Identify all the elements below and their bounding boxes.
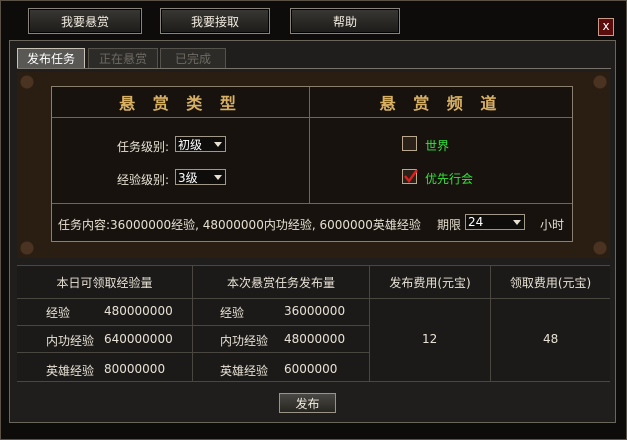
bounty-settings-inner: 悬 赏 类 型 悬 赏 频 道 任务级别: 初级 经验级别: 3级 世界 优先行…	[51, 86, 573, 242]
table-row-divider	[17, 352, 369, 353]
guild-checkbox[interactable]	[402, 169, 418, 184]
bounty-summary-table: 本日可领取经验量 本次悬赏任务发布量 发布费用(元宝) 领取费用(元宝) 经验 …	[17, 265, 610, 382]
task-level-value: 初级	[178, 137, 203, 152]
guild-label[interactable]: 优先行会	[425, 170, 473, 187]
publish-button[interactable]: 发布	[279, 393, 336, 413]
post-bounty-button[interactable]: 我要悬赏	[28, 8, 142, 34]
task-level-select[interactable]: 初级	[175, 136, 226, 152]
publish-fee-value: 12	[422, 332, 438, 346]
table-row-divider	[17, 325, 369, 326]
claim-fee-value: 48	[543, 332, 559, 346]
tab-divider	[17, 68, 611, 69]
tab-active-bounties[interactable]: 正在悬赏	[88, 48, 158, 69]
deadline-unit: 小时	[540, 218, 565, 232]
task-level-label: 任务级别:	[117, 140, 170, 154]
daily-exp-value: 480000000	[104, 304, 173, 318]
bounty-settings-panel: 悬 赏 类 型 悬 赏 频 道 任务级别: 初级 经验级别: 3级 世界 优先行…	[17, 72, 610, 258]
checkmark-icon	[404, 169, 418, 183]
chevron-down-icon	[214, 142, 222, 147]
help-button[interactable]: 帮助	[290, 8, 400, 34]
world-label[interactable]: 世界	[425, 137, 449, 154]
chevron-down-icon	[513, 220, 521, 225]
daily-hero-exp-value: 80000000	[104, 362, 166, 376]
column-divider	[309, 87, 310, 203]
task-content-text: 任务内容:36000000经验, 48000000内功经验, 6000000英雄…	[58, 218, 421, 232]
header-publish-amount: 本次悬赏任务发布量	[226, 275, 335, 290]
header-publish-fee: 发布费用(元宝)	[389, 275, 471, 290]
publish-hero-exp-value: 6000000	[284, 362, 338, 376]
close-icon[interactable]: x	[598, 18, 614, 36]
header-daily-exp: 本日可领取经验量	[56, 275, 153, 290]
deadline-select[interactable]: 24	[465, 214, 525, 230]
daily-inner-exp-value: 640000000	[104, 332, 173, 346]
daily-hero-exp-label: 英雄经验	[46, 364, 95, 378]
table-col-divider	[369, 266, 370, 381]
tab-completed[interactable]: 已完成	[160, 48, 226, 69]
accept-bounty-button[interactable]: 我要接取	[160, 8, 270, 34]
exp-level-label: 经验级别:	[117, 173, 170, 187]
deadline-label: 期限	[437, 218, 462, 232]
daily-exp-label: 经验	[46, 306, 71, 320]
bounty-channel-title: 悬 赏 频 道	[310, 87, 572, 118]
publish-hero-exp-label: 英雄经验	[220, 364, 269, 378]
publish-exp-value: 36000000	[284, 304, 346, 318]
bounty-type-title: 悬 赏 类 型	[52, 87, 309, 118]
daily-inner-exp-label: 内功经验	[46, 334, 95, 348]
publish-exp-label: 经验	[220, 306, 245, 320]
exp-level-select[interactable]: 3级	[175, 169, 226, 185]
publish-inner-exp-value: 48000000	[284, 332, 346, 346]
header-claim-fee: 领取费用(元宝)	[509, 275, 592, 290]
table-col-divider	[192, 266, 193, 381]
table-col-divider	[490, 266, 491, 381]
tab-publish-task[interactable]: 发布任务	[17, 48, 85, 69]
chevron-down-icon	[214, 175, 222, 180]
deadline-value: 24	[468, 215, 484, 229]
exp-level-value: 3级	[178, 170, 198, 185]
table-header-divider	[17, 298, 610, 299]
publish-inner-exp-label: 内功经验	[220, 334, 269, 348]
row-divider	[52, 203, 572, 204]
world-checkbox[interactable]	[402, 136, 417, 151]
